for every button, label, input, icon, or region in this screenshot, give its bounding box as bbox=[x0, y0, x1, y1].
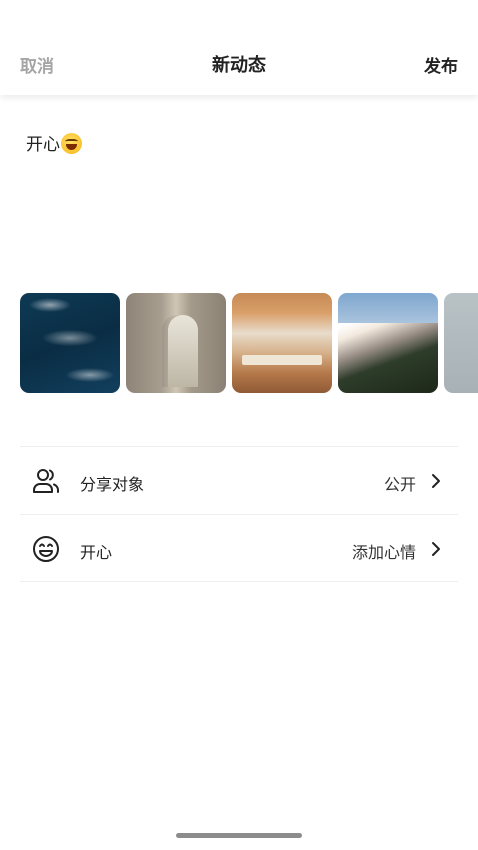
smiley-icon bbox=[33, 536, 59, 562]
photo-thumbnail-grey[interactable] bbox=[444, 293, 478, 393]
users-icon bbox=[33, 469, 59, 493]
grinning-face-emoji-icon bbox=[61, 133, 82, 154]
publish-button[interactable]: 发布 bbox=[424, 52, 458, 77]
chevron-right-icon bbox=[432, 542, 440, 556]
photo-thumbnail-arch[interactable] bbox=[126, 293, 226, 393]
share-audience-label: 分享对象 bbox=[80, 475, 145, 494]
post-text-input[interactable]: 开心 bbox=[26, 130, 82, 155]
share-audience-value: 公开 bbox=[383, 475, 416, 494]
share-audience-row[interactable]: 分享对象 公开 bbox=[20, 446, 458, 514]
page-title: 新动态 bbox=[212, 55, 266, 76]
mood-row[interactable]: 开心 添加心情 bbox=[20, 514, 458, 582]
photo-thumbnail-ocean[interactable] bbox=[20, 293, 120, 393]
post-text: 开心 bbox=[26, 135, 60, 155]
photo-thumbnail-interior[interactable] bbox=[232, 293, 332, 393]
mood-value: 添加心情 bbox=[351, 543, 416, 562]
home-indicator[interactable] bbox=[176, 833, 302, 838]
photo-strip[interactable] bbox=[20, 293, 478, 393]
photo-thumbnail-mountain[interactable] bbox=[338, 293, 438, 393]
top-nav-bar: 取消 新动态 发布 bbox=[0, 0, 478, 95]
chevron-right-icon bbox=[432, 474, 440, 488]
mood-label: 开心 bbox=[80, 543, 113, 562]
